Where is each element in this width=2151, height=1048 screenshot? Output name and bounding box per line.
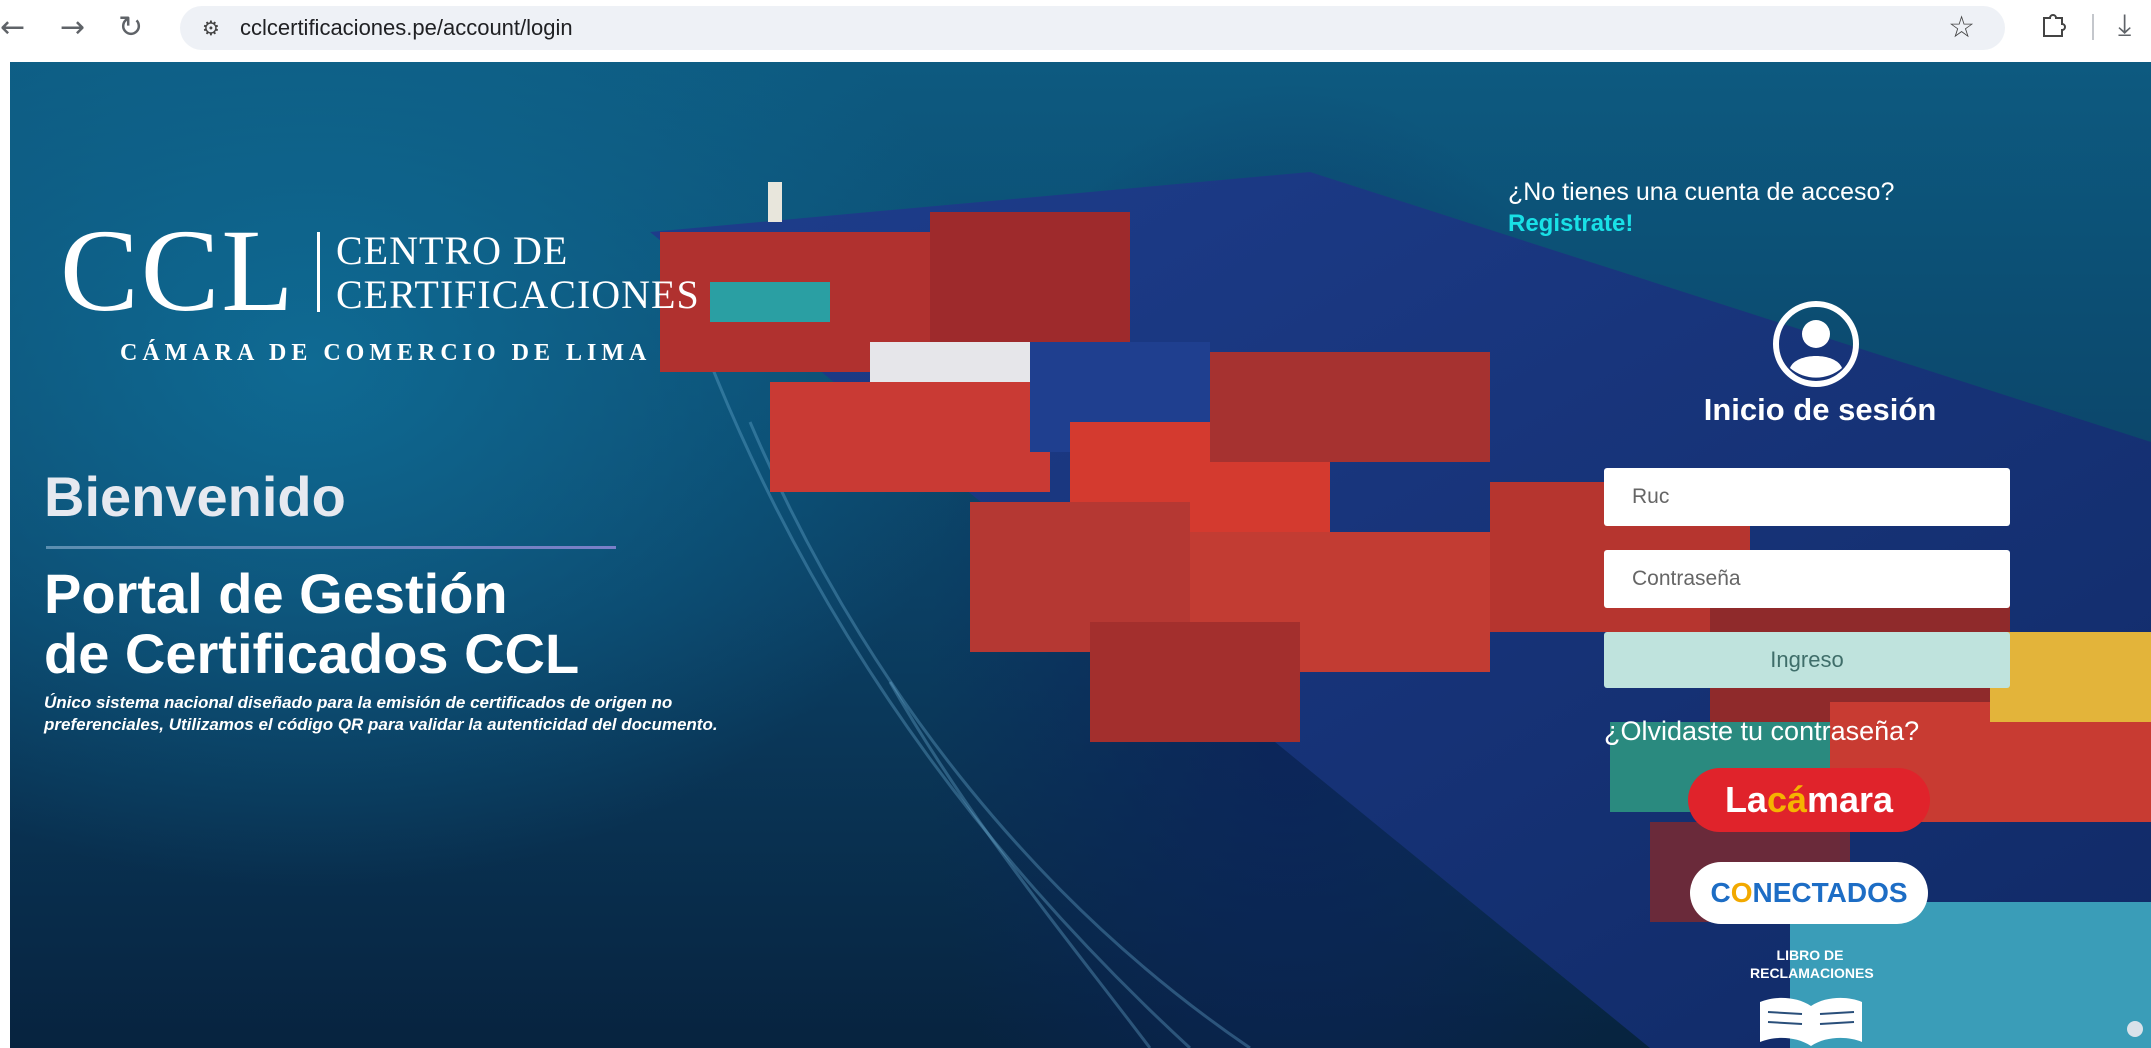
user-avatar-icon: [1773, 301, 1859, 387]
conectados-logo-o: O: [1730, 877, 1753, 908]
login-button[interactable]: Ingreso: [1604, 632, 2010, 688]
conectados-logo-rest: NECTADOS: [1752, 877, 1908, 908]
logo-text-line-1: CENTRO DE: [336, 228, 569, 273]
forward-arrow-icon[interactable]: →: [60, 8, 85, 48]
ruc-input[interactable]: [1604, 468, 2010, 526]
star-icon[interactable]: ☆: [1948, 8, 1975, 48]
logo-text-line-2: CERTIFICACIONES: [336, 272, 700, 317]
address-bar[interactable]: ⚙ cclcertificaciones.pe/account/login ☆: [180, 6, 2005, 50]
browser-toolbar: ← → ↻ ⚙ cclcertificaciones.pe/account/lo…: [0, 0, 2151, 56]
forgot-password-link[interactable]: ¿Olvidaste tu contraseña?: [1604, 716, 1919, 747]
login-hero: CCL CENTRO DE CERTIFICACIONES CÁMARA DE …: [10, 62, 2151, 1048]
lacamara-logo-prefix: La: [1724, 779, 1767, 820]
toolbar-divider: [2092, 14, 2094, 40]
ccl-logo-mark: CCL: [60, 205, 296, 336]
lacamara-logo-suffix: mara: [1807, 779, 1894, 820]
open-book-icon[interactable]: [1756, 992, 1866, 1048]
site-settings-icon[interactable]: ⚙: [198, 15, 224, 41]
complaints-book-line-1: LIBRO DE: [1776, 947, 1844, 963]
welcome-heading: Bienvenido: [44, 465, 346, 528]
register-link[interactable]: Registrate!: [1508, 210, 1633, 238]
login-title: Inicio de sesión: [1703, 392, 1937, 427]
password-input[interactable]: [1604, 550, 2010, 608]
url-text[interactable]: cclcertificaciones.pe/account/login: [240, 6, 573, 50]
lacamara-logo-accent: cá: [1766, 779, 1807, 820]
no-account-prompt: ¿No tienes una cuenta de acceso?: [1508, 178, 1895, 206]
puzzle-icon[interactable]: [2040, 10, 2066, 38]
conectados-logo-c: C: [1710, 877, 1731, 908]
logo-divider: [317, 232, 320, 312]
logo-subtitle: CÁMARA DE COMERCIO DE LIMA: [120, 340, 652, 366]
page-corner-icon: [2127, 1021, 2143, 1037]
reload-icon[interactable]: ↻: [118, 8, 143, 48]
download-icon[interactable]: ⤓: [2118, 8, 2131, 43]
conectados-logo[interactable]: CONECTADOS: [1690, 862, 1928, 924]
back-arrow-icon[interactable]: ←: [0, 8, 25, 48]
complaints-book-line-2: RECLAMACIONES: [1750, 965, 1874, 981]
portal-title-line-1: Portal de Gestión: [44, 562, 508, 625]
complaints-book-link[interactable]: LIBRO DE RECLAMACIONES: [1750, 946, 1874, 982]
portal-description: Único sistema nacional diseñado para la …: [44, 693, 718, 734]
lacamara-logo[interactable]: Lacámara: [1688, 768, 1930, 832]
portal-title-line-2: de Certificados CCL: [44, 622, 580, 685]
welcome-divider: [46, 546, 616, 549]
